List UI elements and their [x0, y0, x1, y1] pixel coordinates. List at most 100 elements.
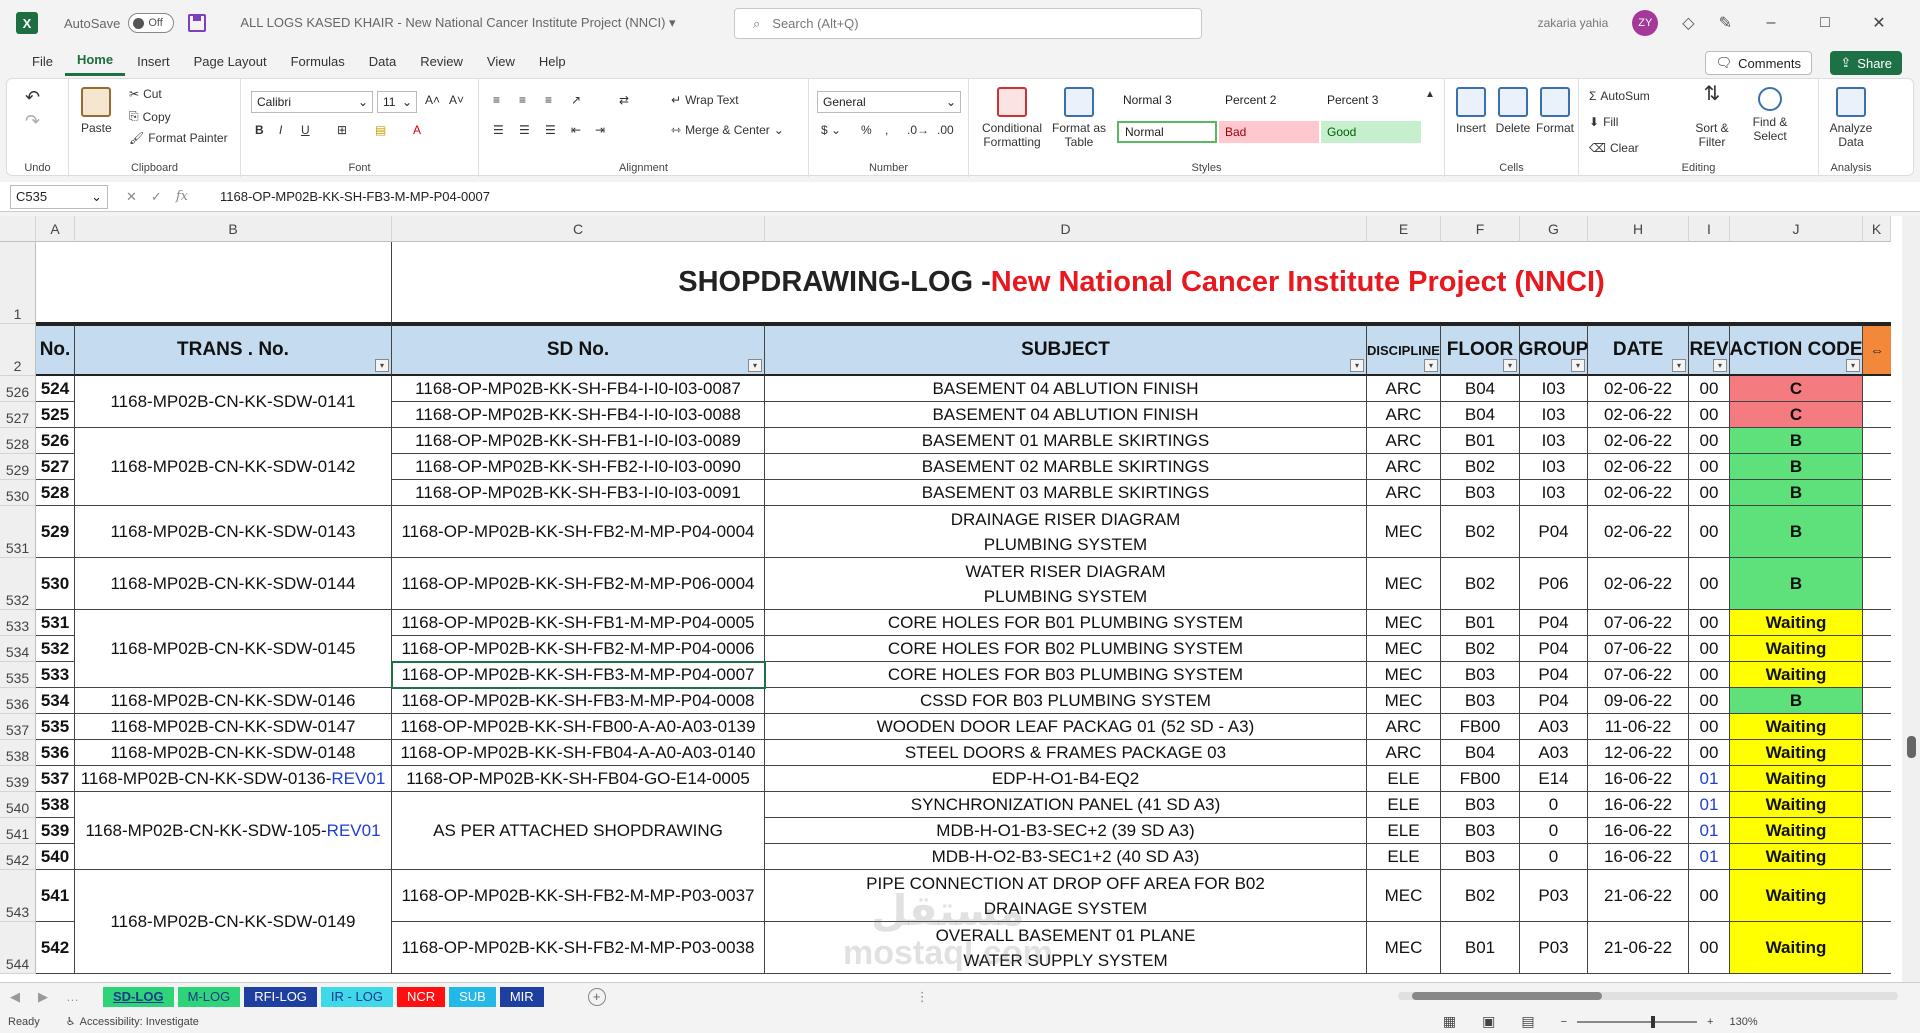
- next-sheet-icon[interactable]: ▶: [38, 989, 48, 1005]
- action-code-cell[interactable]: Waiting: [1730, 792, 1863, 818]
- row-number-cell[interactable]: 531: [36, 610, 75, 636]
- group-cell[interactable]: P04: [1520, 610, 1588, 636]
- name-box[interactable]: C535 ⌄: [10, 184, 108, 209]
- date-cell[interactable]: 09-06-22: [1588, 688, 1689, 714]
- floor-cell[interactable]: B03: [1441, 480, 1520, 506]
- sd-number-cell[interactable]: 1168-OP-MP02B-KK-SH-FB2-M-MP-P06-0004: [392, 558, 765, 610]
- filter-dropdown-icon[interactable]: ▾: [1571, 359, 1585, 372]
- row-number-cell[interactable]: 537: [36, 766, 75, 792]
- tab-file[interactable]: File: [20, 46, 65, 76]
- sd-number-cell[interactable]: 1168-OP-MP02B-KK-SH-FB1-I-I0-I03-0089: [392, 428, 765, 454]
- subject-cell[interactable]: BASEMENT 04 ABLUTION FINISH: [765, 402, 1367, 428]
- vertical-scroll-thumb[interactable]: [1907, 736, 1916, 758]
- discipline-cell[interactable]: ARC: [1367, 402, 1441, 428]
- rev-cell[interactable]: 00: [1689, 688, 1730, 714]
- rev-cell[interactable]: 01: [1689, 792, 1730, 818]
- find-select-button[interactable]: Find & Select: [1743, 87, 1797, 143]
- date-cell[interactable]: 11-06-22: [1588, 714, 1689, 740]
- align-middle-icon[interactable]: ≡: [519, 93, 526, 107]
- empty-k-cell[interactable]: [1863, 402, 1891, 428]
- paste-button[interactable]: Paste: [81, 87, 112, 135]
- row-number-cell[interactable]: 542: [36, 922, 75, 974]
- date-cell[interactable]: 02-06-22: [1588, 506, 1689, 558]
- action-code-cell[interactable]: Waiting: [1730, 610, 1863, 636]
- group-cell[interactable]: 0: [1520, 844, 1588, 870]
- row-header[interactable]: 534: [0, 636, 36, 662]
- discipline-cell[interactable]: MEC: [1367, 922, 1441, 974]
- save-icon[interactable]: [188, 14, 207, 32]
- row-number-cell[interactable]: 539: [36, 818, 75, 844]
- trans-number-cell[interactable]: 1168-MP02B-CN-KK-SDW-0149: [75, 870, 392, 974]
- group-cell[interactable]: I03: [1520, 402, 1588, 428]
- sd-number-cell[interactable]: 1168-OP-MP02B-KK-SH-FB4-I-I0-I03-0088: [392, 402, 765, 428]
- discipline-cell[interactable]: ARC: [1367, 714, 1441, 740]
- subject-cell[interactable]: BASEMENT 04 ABLUTION FINISH: [765, 376, 1367, 402]
- sheet-tab-rfi-log[interactable]: RFI-LOG: [244, 986, 317, 1007]
- subject-cell[interactable]: MDB-H-O2-B3-SEC1+2 (40 SD A3): [765, 844, 1367, 870]
- rev-cell[interactable]: 00: [1689, 870, 1730, 922]
- discipline-cell[interactable]: MEC: [1367, 688, 1441, 714]
- date-cell[interactable]: 07-06-22: [1588, 610, 1689, 636]
- subject-cell[interactable]: CORE HOLES FOR B03 PLUMBING SYSTEM: [765, 662, 1367, 688]
- subject-cell[interactable]: DRAINAGE RISER DIAGRAM PLUMBING SYSTEM: [765, 506, 1367, 558]
- restore-icon[interactable]: □: [1810, 14, 1840, 32]
- date-cell[interactable]: 02-06-22: [1588, 558, 1689, 610]
- row-header[interactable]: 532: [0, 558, 36, 610]
- floor-cell[interactable]: B02: [1441, 454, 1520, 480]
- discipline-cell[interactable]: MEC: [1367, 870, 1441, 922]
- row-header[interactable]: 1: [0, 242, 36, 324]
- check-icon[interactable]: ✓: [151, 189, 162, 205]
- subject-cell[interactable]: CORE HOLES FOR B02 PLUMBING SYSTEM: [765, 636, 1367, 662]
- row-number-cell[interactable]: 527: [36, 454, 75, 480]
- sd-number-cell[interactable]: 1168-OP-MP02B-KK-SH-FB2-M-MP-P03-0037: [392, 870, 765, 922]
- column-header-i[interactable]: I: [1689, 216, 1730, 242]
- group-cell[interactable]: P04: [1520, 688, 1588, 714]
- group-cell[interactable]: 0: [1520, 792, 1588, 818]
- close-icon[interactable]: ✕: [1864, 13, 1894, 33]
- sd-number-cell[interactable]: 1168-OP-MP02B-KK-SH-FB04-GO-E14-0005: [392, 766, 765, 792]
- row-number-cell[interactable]: 529: [36, 506, 75, 558]
- align-left-icon[interactable]: ☰: [493, 123, 504, 137]
- header-floor[interactable]: FLOOR ▾: [1441, 324, 1520, 376]
- rev-cell[interactable]: 00: [1689, 610, 1730, 636]
- vertical-scrollbar[interactable]: [1902, 216, 1920, 982]
- horizontal-scroll-thumb[interactable]: [1412, 992, 1602, 1000]
- shrink-font-icon[interactable]: A˅: [449, 93, 464, 107]
- sd-number-cell[interactable]: 1168-OP-MP02B-KK-SH-FB2-M-MP-P03-0038: [392, 922, 765, 974]
- align-top-icon[interactable]: ≡: [493, 93, 500, 107]
- rev-cell[interactable]: 00: [1689, 480, 1730, 506]
- document-title[interactable]: ALL LOGS KASED KHAIR - New National Canc…: [240, 15, 675, 31]
- tab-view[interactable]: View: [475, 46, 527, 76]
- discipline-cell[interactable]: MEC: [1367, 610, 1441, 636]
- column-header-b[interactable]: B: [75, 216, 392, 242]
- empty-k-cell[interactable]: [1863, 480, 1891, 506]
- row-header[interactable]: 540: [0, 792, 36, 818]
- zoom-level[interactable]: 130%: [1729, 1016, 1757, 1028]
- column-header-f[interactable]: F: [1441, 216, 1520, 242]
- action-code-cell[interactable]: Waiting: [1730, 818, 1863, 844]
- normal-view-icon[interactable]: ▦: [1443, 1013, 1456, 1030]
- share-button[interactable]: ⇪ Share: [1830, 51, 1902, 75]
- sd-number-cell[interactable]: 1168-OP-MP02B-KK-SH-FB3-M-MP-P04-0007: [392, 662, 765, 688]
- cancel-icon[interactable]: ✕: [126, 189, 137, 205]
- sd-number-cell[interactable]: 1168-OP-MP02B-KK-SH-FB2-M-MP-P04-0006: [392, 636, 765, 662]
- page-break-view-icon[interactable]: ▤: [1521, 1013, 1534, 1030]
- empty-k-cell[interactable]: [1863, 740, 1891, 766]
- autosave-toggle[interactable]: Off: [128, 13, 175, 33]
- floor-cell[interactable]: B04: [1441, 376, 1520, 402]
- floor-cell[interactable]: B04: [1441, 740, 1520, 766]
- floor-cell[interactable]: FB00: [1441, 714, 1520, 740]
- empty-k-cell[interactable]: [1863, 428, 1891, 454]
- sd-number-cell[interactable]: 1168-OP-MP02B-KK-SH-FB3-M-MP-P04-0008: [392, 688, 765, 714]
- row-number-cell[interactable]: 530: [36, 558, 75, 610]
- row-header[interactable]: 542: [0, 844, 36, 870]
- discipline-cell[interactable]: ELE: [1367, 792, 1441, 818]
- subject-cell[interactable]: BASEMENT 02 MARBLE SKIRTINGS: [765, 454, 1367, 480]
- empty-k-cell[interactable]: [1863, 792, 1891, 818]
- empty-k-cell[interactable]: [1863, 636, 1891, 662]
- comments-button[interactable]: 🗨 Comments: [1704, 51, 1812, 75]
- underline-icon[interactable]: U: [301, 123, 310, 137]
- format-painter-button[interactable]: 🖌 Format Painter: [129, 131, 228, 145]
- rev-cell[interactable]: 01: [1689, 818, 1730, 844]
- avatar[interactable]: ZY: [1632, 10, 1659, 36]
